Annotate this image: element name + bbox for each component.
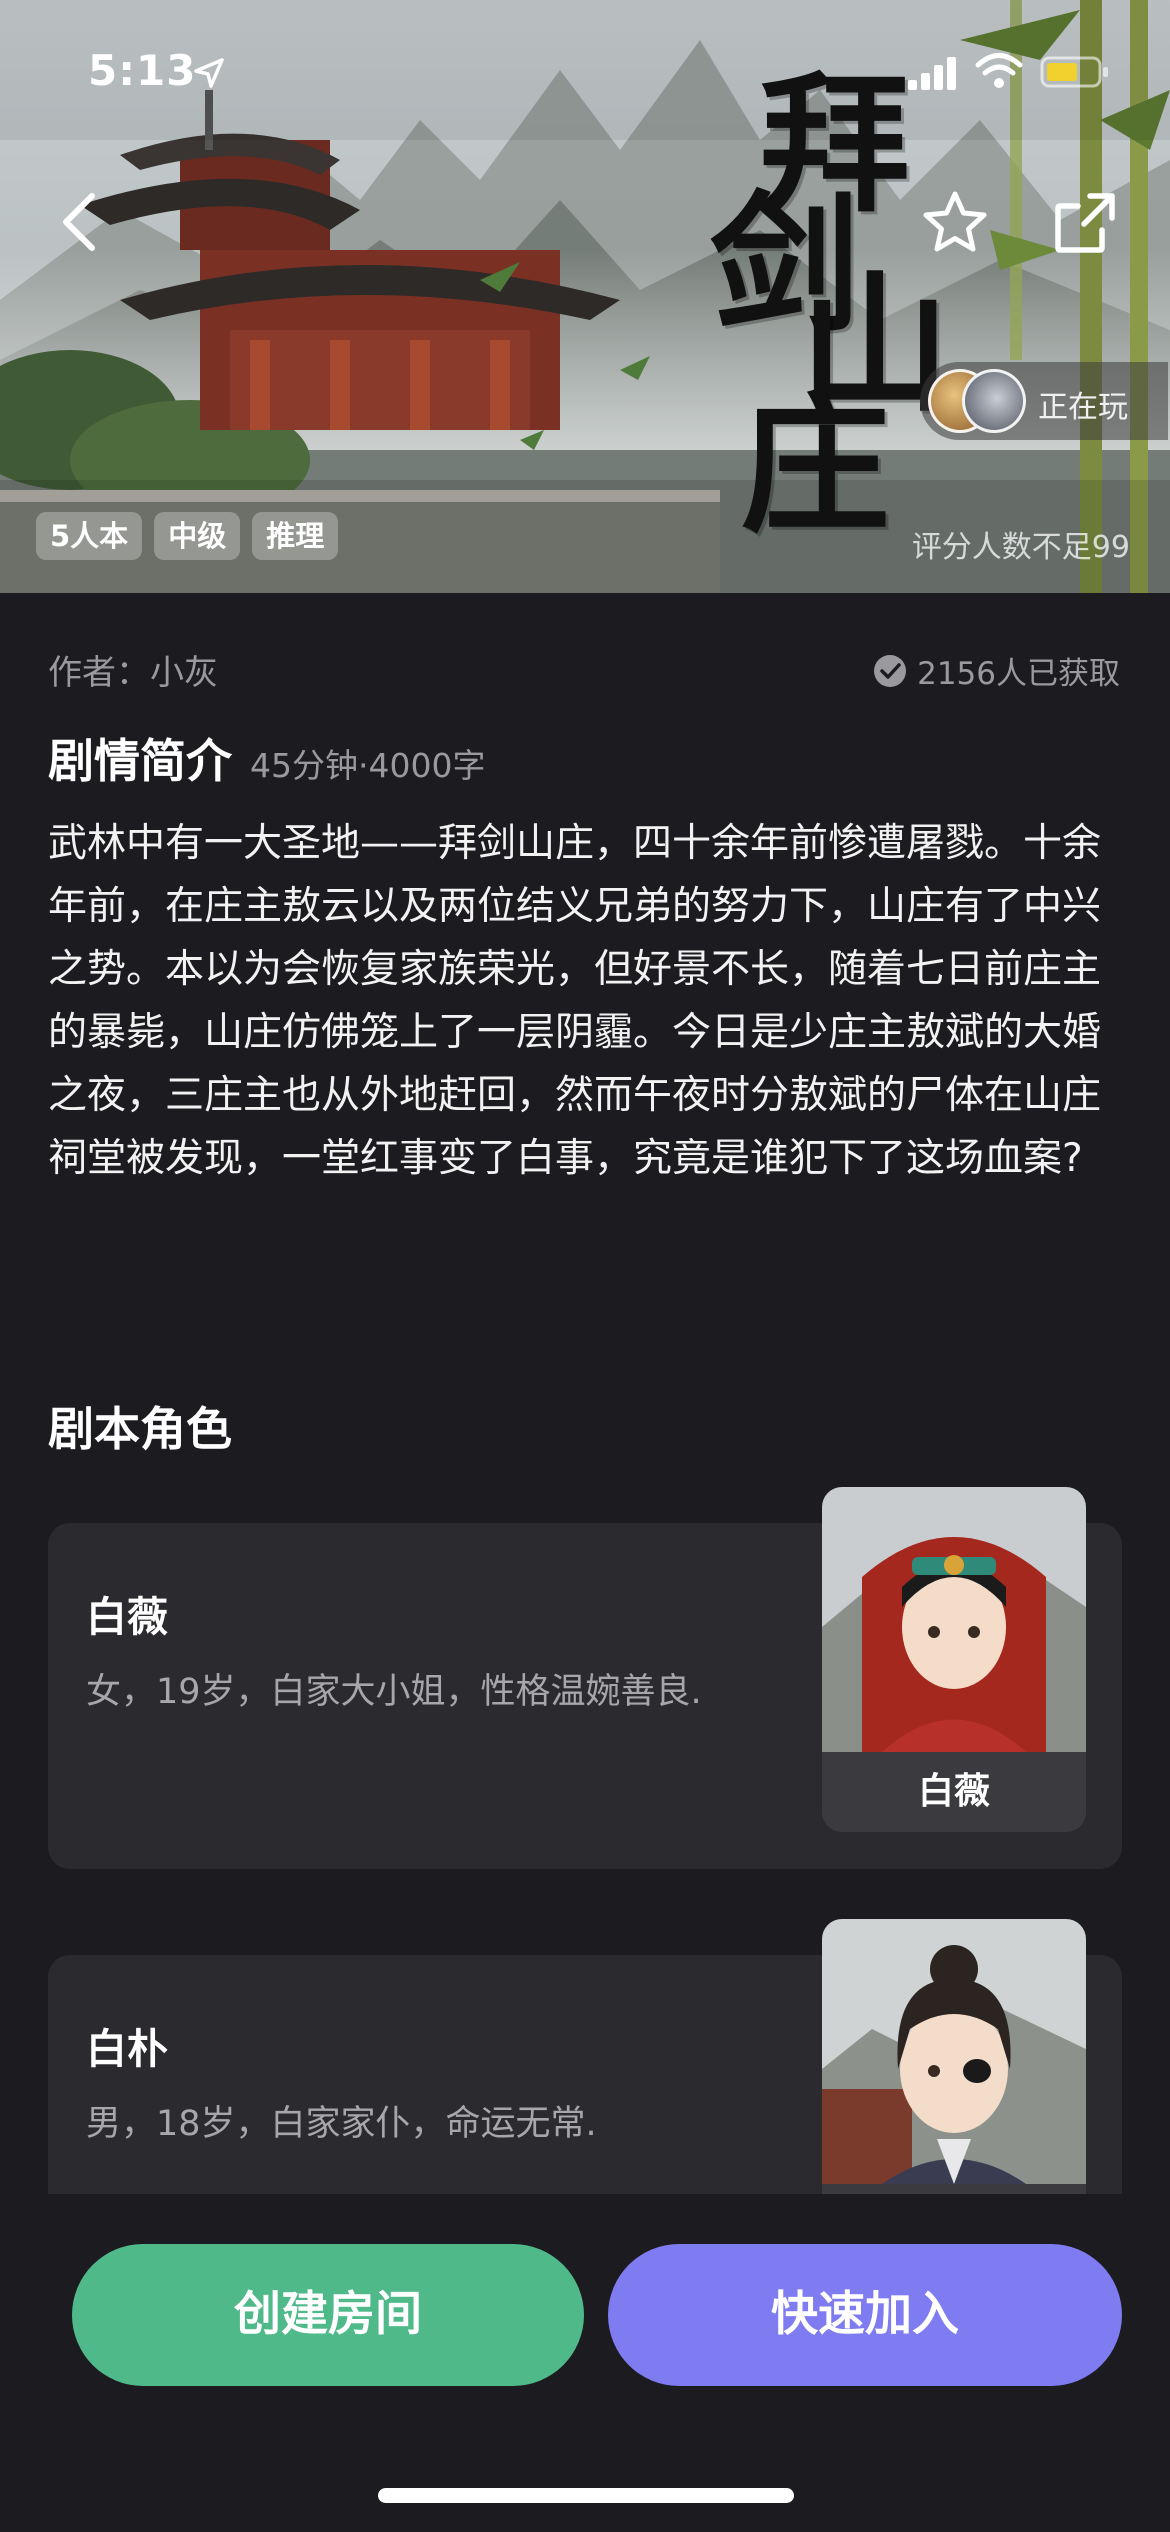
now-playing-label: 正在玩 — [1038, 390, 1128, 425]
obtained-count: 2156人已获取 — [873, 648, 1120, 693]
signal-icon — [908, 57, 956, 90]
status-time: 5:13 — [88, 46, 197, 95]
share-icon[interactable] — [1052, 190, 1118, 256]
chevron-left-icon[interactable] — [52, 190, 112, 254]
now-playing-indicator[interactable]: 正在玩 — [920, 362, 1168, 440]
status-bar: 5:13 — [0, 0, 1170, 140]
role-name: 白朴 — [86, 2025, 168, 2073]
role-description: 女，19岁，白家大小姐，性格温婉善良. — [86, 1672, 702, 1712]
synopsis-meta: 45分钟·4000字 — [250, 746, 486, 785]
character-portrait-image — [822, 1919, 1086, 2184]
script-detail-screen: 拜 剑 山 庄 5:13 正在玩 5人本 中级 推理 评分人数不足99 作者：小… — [0, 0, 1170, 2532]
home-indicator — [378, 2488, 794, 2503]
wifi-icon — [975, 53, 1023, 88]
role-description: 男，18岁，白家家仆，命运无常. — [86, 2104, 597, 2144]
tag-players: 5人本 — [36, 512, 143, 560]
roles-title: 剧本角色 — [48, 1402, 232, 1456]
role-name: 白薇 — [86, 1593, 168, 1641]
tag-difficulty: 中级 — [154, 512, 241, 560]
synopsis-title: 剧情简介 — [48, 734, 232, 788]
avatar — [962, 369, 1026, 433]
tag-genre: 推理 — [252, 512, 339, 560]
role-portrait[interactable] — [822, 1919, 1086, 2219]
portrait-name: 白薇 — [822, 1752, 1086, 1832]
character-portrait-image — [822, 1487, 1086, 1752]
check-circle-icon — [874, 654, 907, 687]
star-icon[interactable] — [920, 188, 990, 258]
title-calligraphy: 拜 剑 山 庄 — [700, 70, 960, 550]
quick-join-button[interactable]: 快速加入 — [608, 2244, 1122, 2386]
location-arrow-icon — [194, 58, 224, 88]
synopsis-text: 武林中有一大圣地——拜剑山庄，四十余年前惨遭屠戮。十余年前，在庄主敖云以及两位结… — [48, 821, 1102, 1181]
create-room-button[interactable]: 创建房间 — [72, 2244, 584, 2386]
hero-banner: 拜 剑 山 庄 5:13 正在玩 5人本 中级 推理 评分人数不足99 — [0, 0, 1170, 593]
author-label: 作者：小灰 — [48, 653, 218, 693]
obtained-count-label: 2156人已获取 — [917, 656, 1120, 692]
tag-list: 5人本 中级 推理 — [36, 512, 339, 560]
synopsis-header: 剧情简介 45分钟·4000字 — [48, 725, 485, 791]
role-portrait[interactable]: 白薇 — [822, 1487, 1086, 1832]
title-char: 庄 — [740, 377, 891, 553]
rating-note: 评分人数不足99 — [911, 530, 1130, 565]
bottom-action-bar: 创建房间 快速加入 — [0, 2194, 1170, 2532]
battery-icon — [1040, 56, 1108, 88]
